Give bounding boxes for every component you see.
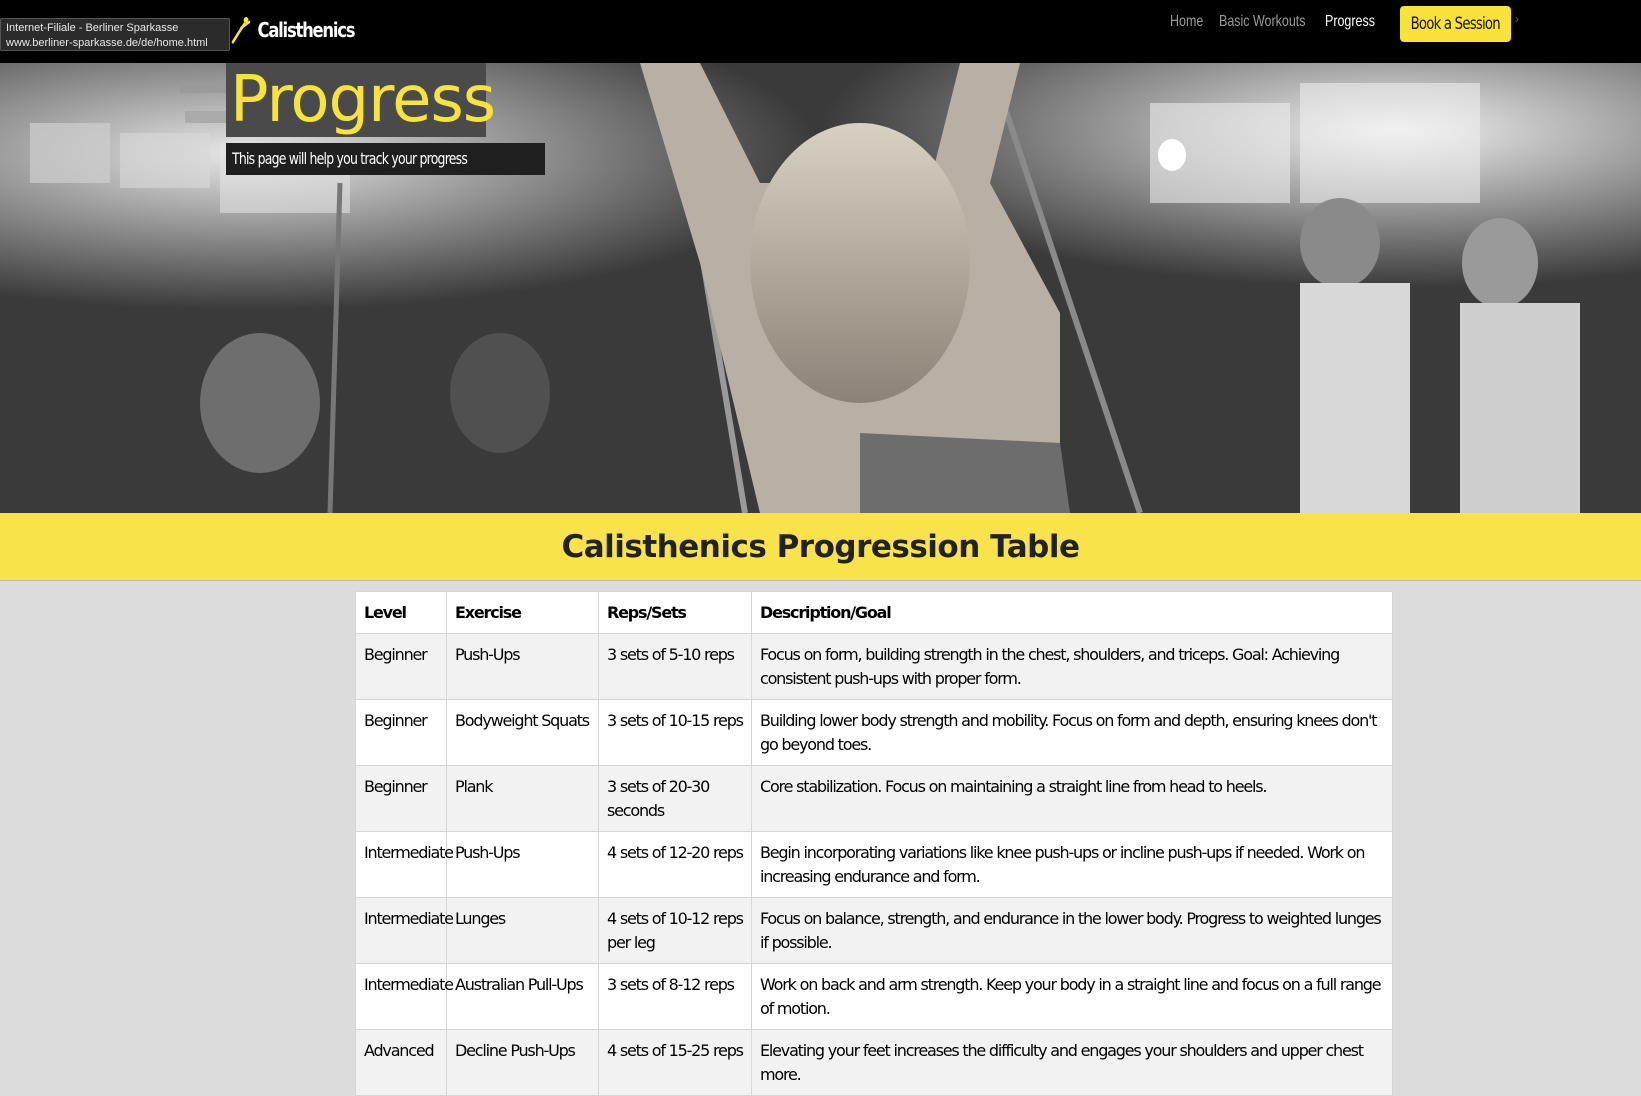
link-tooltip: Internet-Filiale - Berliner Sparkasse ww… — [0, 18, 230, 51]
table-row: Advanced Decline Push-Ups 4 sets of 15-25 … — [355, 1029, 1393, 1096]
section-banner: Calisthenics Progression Table — [0, 513, 1641, 581]
cell-exercise: Decline Push-Ups — [446, 1029, 599, 1096]
header-level: Level — [355, 591, 447, 634]
page-subtitle: This page will help you track your progr… — [226, 143, 545, 175]
cell-exercise: Push-Ups — [446, 633, 599, 700]
navbar: Calisthenics Home Basic Workouts Progres… — [0, 0, 1641, 63]
table-row: Beginner Plank 3 sets of 20-30 seconds Core… — [355, 765, 1393, 832]
cell-level: Intermediate — [355, 963, 454, 1030]
table-row: Beginner Bodyweight Squats 3 sets of 10-15… — [355, 699, 1393, 766]
cell-level: Advanced — [355, 1029, 447, 1096]
cell-reps-sets: 4 sets of 10-12 reps per leg — [598, 897, 752, 964]
table-row: Beginner Push-Ups 3 sets of 5-10 reps Focus… — [355, 633, 1393, 700]
brand-logo[interactable]: Calisthenics — [228, 10, 356, 50]
cell-level: Intermediate — [355, 897, 454, 964]
cell-description: Begin incorporating variations like knee… — [751, 831, 1393, 898]
header-exercise: Exercise — [446, 591, 599, 634]
cell-description: Core stabilization. Focus on maintaining… — [751, 765, 1393, 832]
cell-exercise: Bodyweight Squats — [446, 699, 599, 766]
cell-reps-sets: 3 sets of 8-12 reps — [598, 963, 752, 1030]
cell-exercise: Lunges — [446, 897, 599, 964]
nav-link-basic-workouts[interactable]: Basic Workouts — [1219, 13, 1305, 31]
section-title: Calisthenics Progression Table — [561, 528, 1080, 565]
cell-exercise: Plank — [446, 765, 599, 832]
book-session-button[interactable]: Book a Session — [1400, 6, 1511, 42]
cell-exercise: Australian Pull-Ups — [446, 963, 599, 1030]
cell-level: Beginner — [355, 633, 447, 700]
cell-exercise: Push-Ups — [446, 831, 599, 898]
hero-banner: Progress This page will help you track y… — [0, 63, 1641, 513]
cell-reps-sets: 4 sets of 12-20 reps — [598, 831, 752, 898]
tooltip-title: Internet-Filiale - Berliner Sparkasse — [6, 22, 179, 34]
cell-description: Work on back and arm strength. Keep your… — [751, 963, 1393, 1030]
calisthenics-figure-icon — [231, 17, 251, 44]
cell-level: Intermediate — [355, 831, 454, 898]
tooltip-url: www.berliner-sparkasse.de/de/home.html — [6, 37, 208, 49]
cell-description: Building lower body strength and mobilit… — [751, 699, 1393, 766]
cell-description: Focus on balance, strength, and enduranc… — [751, 897, 1393, 964]
progression-table: Level Exercise Reps/Sets Description/Goa… — [355, 591, 1393, 1096]
brand-name: Calisthenics — [257, 18, 356, 42]
header-reps-sets: Reps/Sets — [598, 591, 752, 634]
cell-reps-sets: 3 sets of 20-30 seconds — [598, 765, 752, 832]
cell-level: Beginner — [355, 765, 447, 832]
cell-description: Elevating your feet increases the diffic… — [751, 1029, 1393, 1096]
cell-reps-sets: 3 sets of 10-15 reps — [598, 699, 752, 766]
page-title: Progress — [230, 63, 496, 137]
cell-level: Beginner — [355, 699, 447, 766]
cell-reps-sets: 4 sets of 15-25 reps — [598, 1029, 752, 1096]
progression-table-container: Level Exercise Reps/Sets Description/Goa… — [355, 591, 1393, 1096]
table-header-row: Level Exercise Reps/Sets Description/Goa… — [355, 591, 1393, 634]
chevron-right-icon: › — [1515, 12, 1519, 26]
nav-link-progress[interactable]: Progress — [1325, 13, 1375, 31]
table-row: Intermediate Push-Ups 4 sets of 12-20 reps… — [355, 831, 1393, 898]
table-row: Intermediate Australian Pull-Ups 3 sets of… — [355, 963, 1393, 1030]
cell-reps-sets: 3 sets of 5-10 reps — [598, 633, 752, 700]
header-description: Description/Goal — [751, 591, 1393, 634]
cell-description: Focus on form, building strength in the … — [751, 633, 1393, 700]
table-row: Intermediate Lunges 4 sets of 10-12 reps p… — [355, 897, 1393, 964]
nav-link-home[interactable]: Home — [1170, 13, 1203, 31]
